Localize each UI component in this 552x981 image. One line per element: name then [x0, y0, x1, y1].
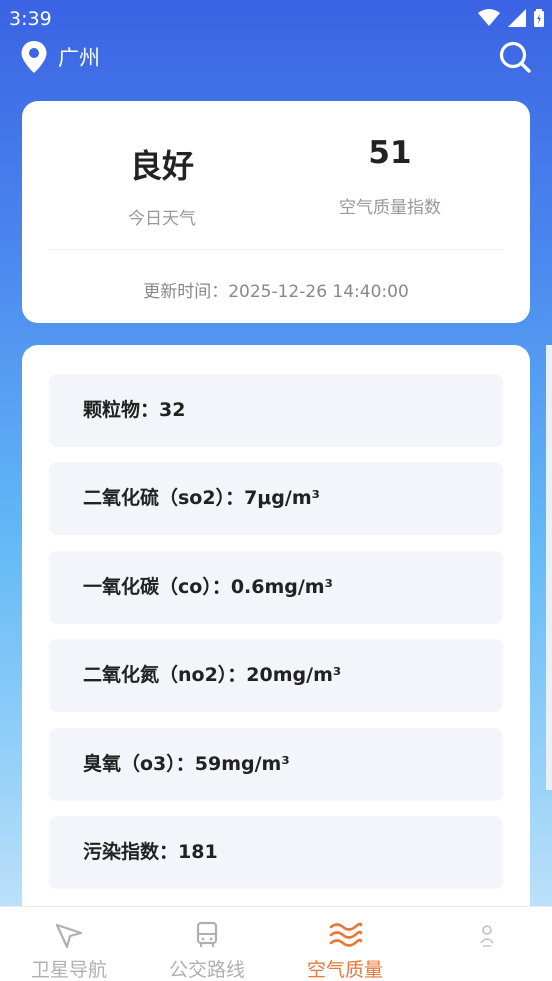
pollutant-item-o3: 臭氧（o3）：59mg/m³: [49, 728, 503, 801]
pollutant-item-no2: 二氧化氮（no2）：20mg/m³: [49, 639, 503, 712]
pollutant-item-co: 一氧化碳（co）：0.6mg/m³: [49, 551, 503, 624]
navigation-icon: [55, 923, 83, 949]
status-bar: 3:39: [0, 0, 552, 36]
tab-satellite-navigation[interactable]: 卫星导航: [0, 907, 138, 981]
search-icon[interactable]: [498, 40, 532, 74]
top-bar: 广州: [0, 36, 552, 76]
pollutant-list-card: 颗粒物：32 二氧化硫（so2）：7μg/m³ 一氧化碳（co）：0.6mg/m…: [22, 345, 530, 945]
air-quality-level: 良好: [129, 147, 194, 185]
air-quality-index-value: 51: [368, 135, 412, 171]
tab-label: 卫星导航: [30, 959, 107, 981]
update-time: 更新时间：2025-12-26 14:40:00: [143, 282, 409, 302]
profile-icon: [480, 925, 494, 947]
cell-signal-icon: [508, 9, 526, 27]
air-waves-icon: [329, 922, 363, 947]
tab-profile[interactable]: [414, 907, 552, 981]
air-quality-summary-card: 良好 今日天气 51 空气质量指数 更新时间：2025-12-26 14:40:…: [22, 101, 530, 323]
tab-label: 公交路线: [168, 959, 245, 981]
wifi-icon: [478, 9, 500, 26]
pollutant-item-pm: 颗粒物：32: [49, 374, 503, 447]
tab-label: 空气质量: [306, 959, 383, 981]
bus-icon: [196, 921, 218, 947]
city-name[interactable]: 广州: [58, 42, 100, 72]
divider: [48, 249, 504, 250]
status-icons: [478, 9, 544, 27]
status-time: 3:39: [9, 8, 52, 30]
bottom-tab-bar: 卫星导航 公交路线 空气质量: [0, 906, 552, 981]
pollutant-item-pollution-index: 污染指数：181: [49, 816, 503, 889]
tab-air-quality[interactable]: 空气质量: [276, 907, 414, 981]
air-quality-index-label: 空气质量指数: [339, 198, 441, 218]
battery-icon: [534, 9, 544, 27]
pollutant-item-so2: 二氧化硫（so2）：7μg/m³: [49, 462, 503, 535]
tab-bus-route[interactable]: 公交路线: [138, 907, 276, 981]
location-pin-icon[interactable]: [20, 40, 48, 74]
scrollbar[interactable]: [546, 345, 552, 790]
air-quality-level-label: 今日天气: [128, 209, 196, 229]
